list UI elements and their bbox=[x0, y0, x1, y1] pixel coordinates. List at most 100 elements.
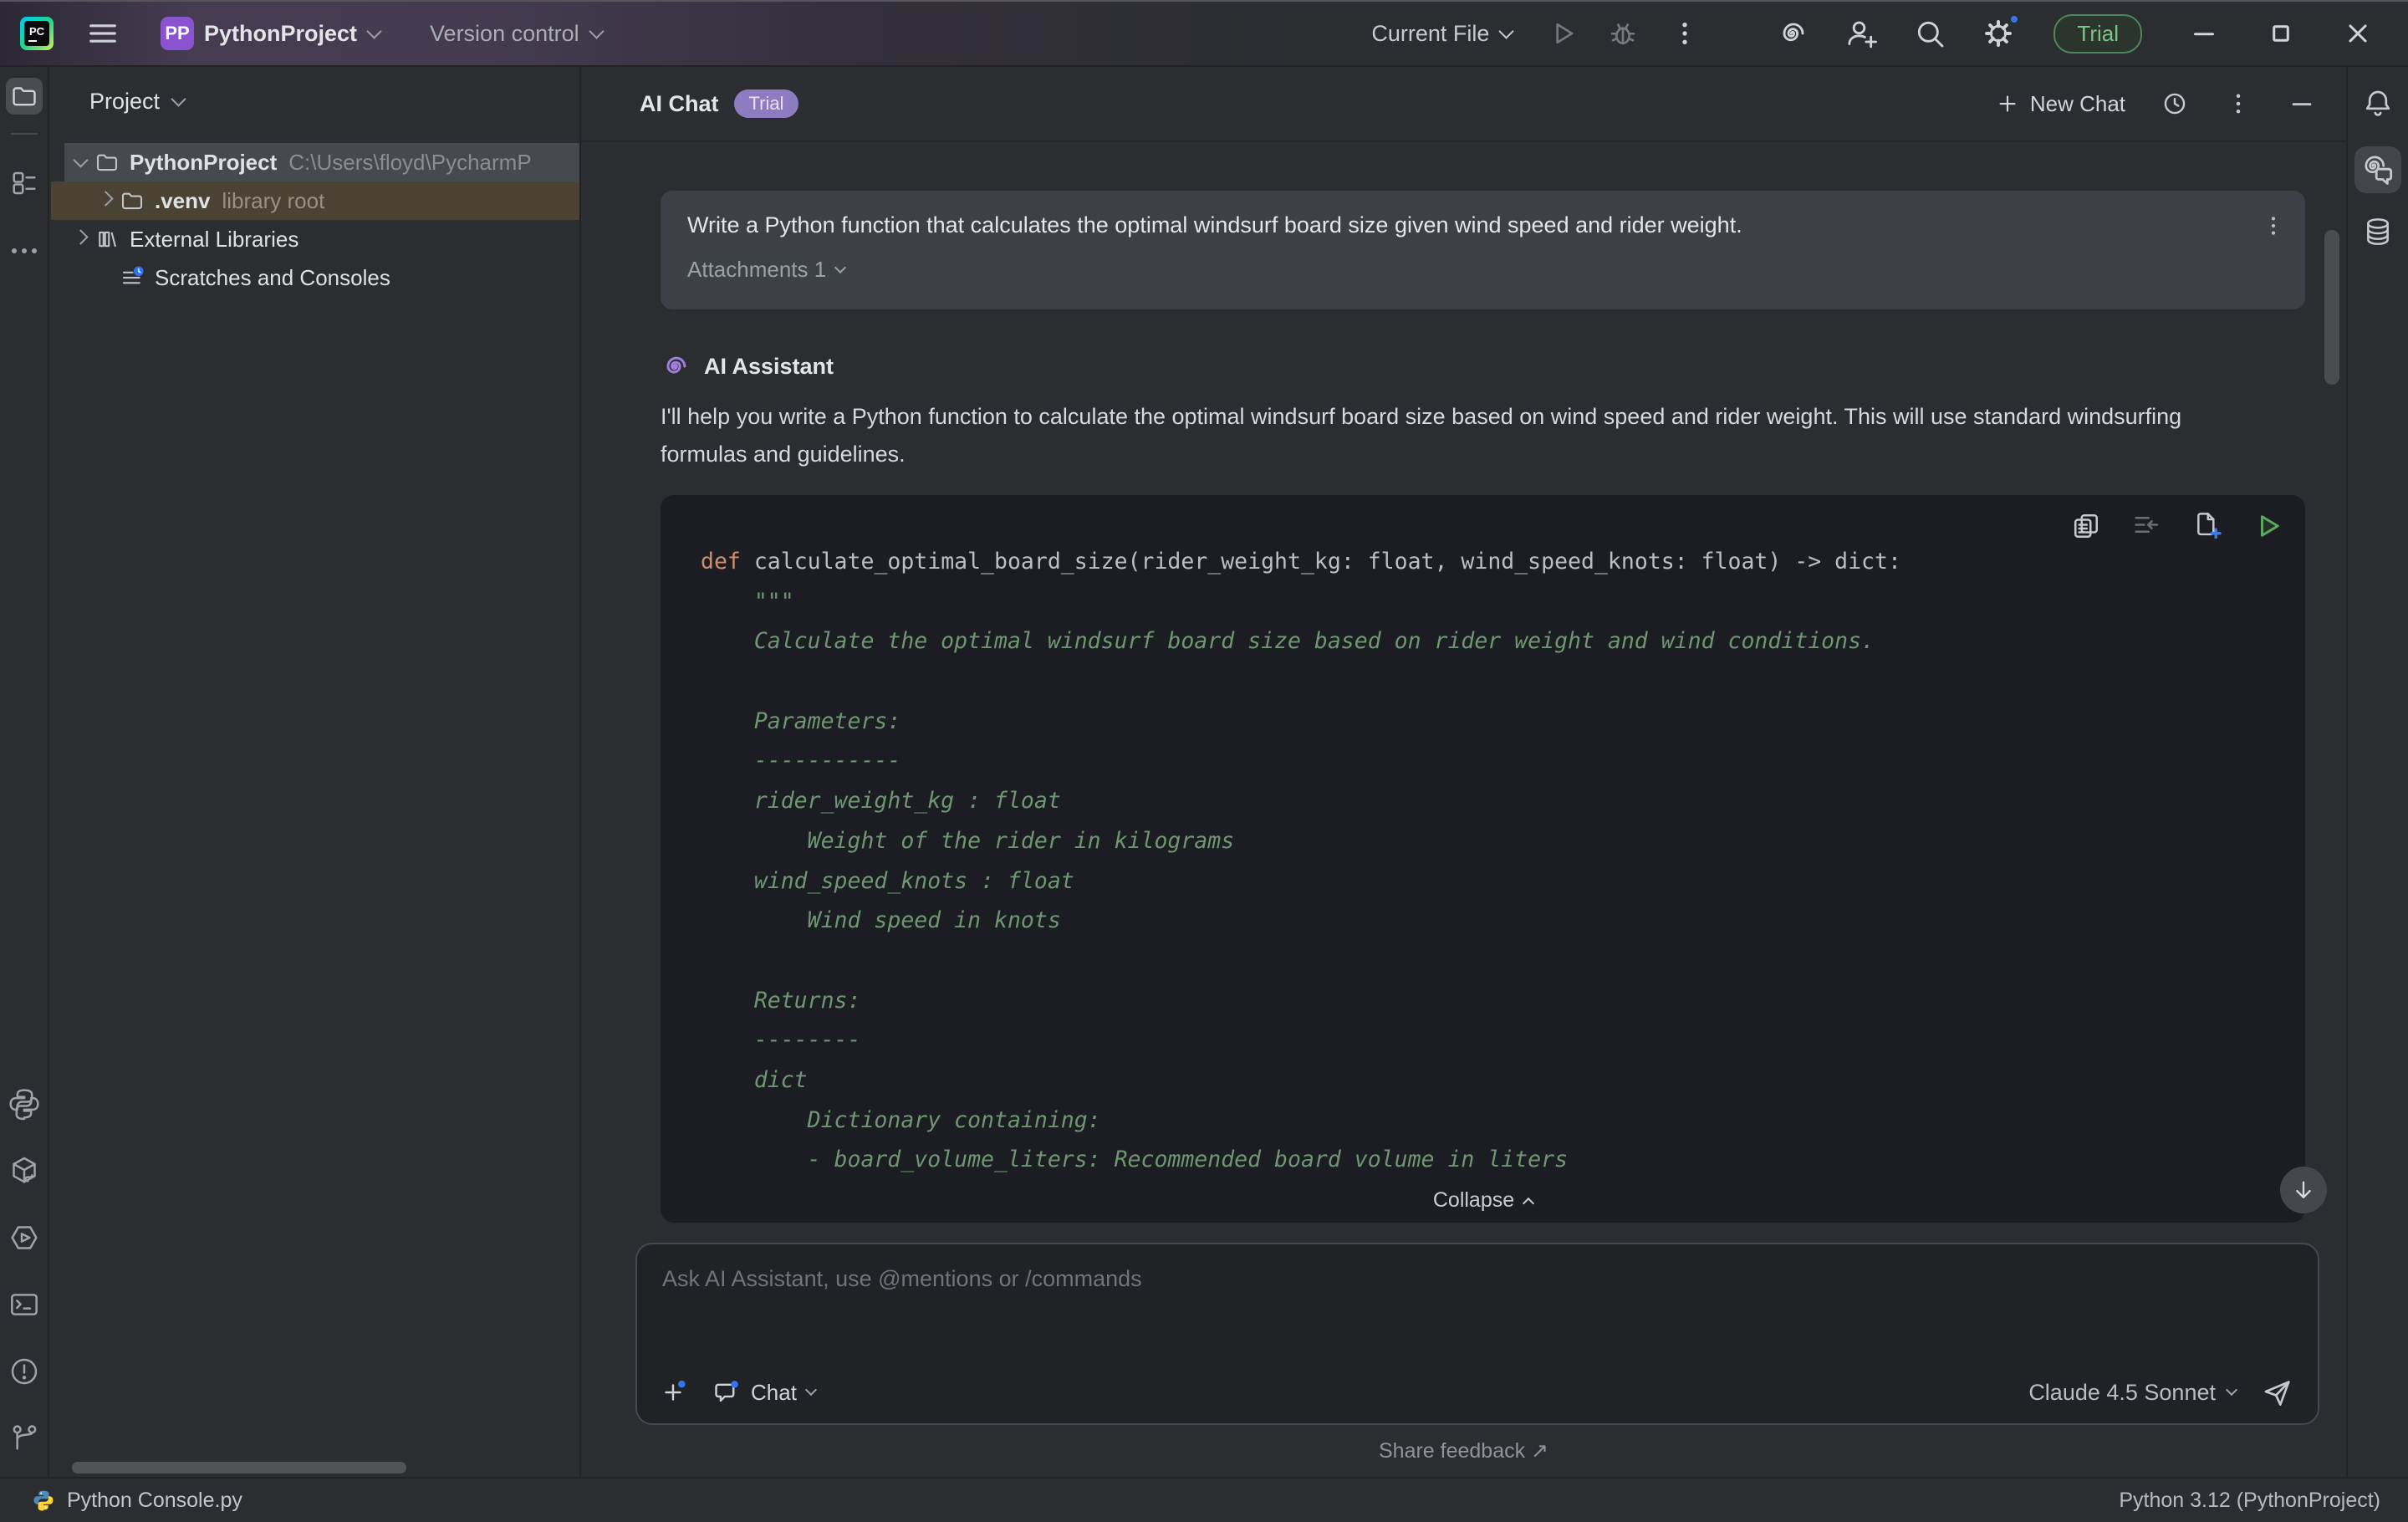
chat-input-placeholder: Ask AI Assistant, use @mentions or /comm… bbox=[662, 1266, 1142, 1292]
run-code-button[interactable] bbox=[2253, 511, 2283, 541]
pycharm-logo-text: PC bbox=[29, 25, 44, 38]
clock-icon bbox=[2161, 89, 2189, 118]
model-selector[interactable]: Claude 4.5 Sonnet bbox=[2028, 1380, 2236, 1406]
project-switcher[interactable]: PythonProject bbox=[204, 21, 380, 47]
problems-tool-button[interactable] bbox=[8, 1355, 41, 1388]
run-button[interactable] bbox=[1547, 18, 1579, 49]
right-tool-strip bbox=[2346, 67, 2408, 1477]
ai-chat-tool-button[interactable] bbox=[2354, 146, 2401, 193]
python-console-tool-button[interactable] bbox=[8, 1087, 41, 1121]
new-chat-button[interactable]: New Chat bbox=[1995, 91, 2125, 117]
tree-label: Scratches and Consoles bbox=[155, 265, 390, 291]
vcs-widget[interactable]: Version control bbox=[430, 21, 602, 47]
project-panel-header[interactable]: Project bbox=[49, 67, 579, 135]
hide-panel-button[interactable] bbox=[2288, 89, 2316, 118]
plus-icon bbox=[1995, 91, 2020, 116]
pycharm-window: PC PP PythonProject Version control Curr… bbox=[0, 0, 2408, 1522]
chat-history-button[interactable] bbox=[2161, 89, 2189, 118]
services-tool-button[interactable] bbox=[8, 1221, 41, 1254]
play-icon bbox=[1547, 18, 1579, 49]
run-icon bbox=[2253, 511, 2283, 541]
tree-label: PythonProject bbox=[130, 150, 277, 176]
attachments-toggle[interactable]: Attachments 1 bbox=[687, 257, 2255, 283]
chat-mode-selector[interactable]: Chat bbox=[712, 1378, 815, 1407]
settings-button[interactable] bbox=[1982, 17, 2015, 50]
chevron-down-icon bbox=[834, 261, 846, 273]
chevron-right-icon[interactable] bbox=[98, 191, 113, 206]
code-block-toolbar bbox=[2071, 510, 2283, 542]
code-line: -------- bbox=[701, 1020, 2288, 1060]
version-control-tool-button[interactable] bbox=[8, 1422, 41, 1455]
ai-chat-panel: AI Chat Trial New Chat bbox=[581, 67, 2346, 1477]
chevron-down-icon bbox=[1499, 23, 1514, 38]
maximize-button[interactable] bbox=[2266, 18, 2296, 49]
tree-row-venv[interactable]: .venv library root bbox=[49, 181, 579, 220]
project-badge[interactable]: PP bbox=[161, 17, 194, 50]
structure-tool-button[interactable] bbox=[9, 168, 39, 198]
close-button[interactable] bbox=[2343, 18, 2373, 49]
copy-code-button[interactable] bbox=[2071, 511, 2101, 541]
chat-scrollbar[interactable] bbox=[2324, 230, 2339, 385]
code-line: Calculate the optimal windsurf board siz… bbox=[701, 621, 2288, 661]
tree-row-scratches[interactable]: Scratches and Consoles bbox=[49, 258, 579, 297]
model-label: Claude 4.5 Sonnet bbox=[2028, 1380, 2216, 1406]
code-line: - board_volume_liters: Recommended board… bbox=[701, 1140, 2288, 1180]
project-tool-button[interactable] bbox=[6, 78, 43, 115]
main-menu-button[interactable] bbox=[87, 18, 119, 49]
code-with-me-button[interactable] bbox=[1844, 17, 1878, 50]
kebab-icon bbox=[2224, 89, 2252, 118]
code-line: Parameters: bbox=[701, 702, 2288, 742]
run-configuration-selector[interactable]: Current File bbox=[1371, 21, 1512, 47]
send-button[interactable] bbox=[2261, 1376, 2293, 1408]
kebab-icon bbox=[2260, 212, 2287, 239]
create-file-from-code-button[interactable] bbox=[2191, 510, 2223, 542]
more-tool-windows-button[interactable] bbox=[12, 248, 37, 253]
close-icon bbox=[2343, 18, 2373, 49]
more-actions-button[interactable] bbox=[1669, 18, 1701, 49]
notifications-button[interactable] bbox=[2362, 87, 2394, 119]
database-tool-button[interactable] bbox=[2361, 215, 2395, 248]
minimize-button[interactable] bbox=[2189, 18, 2219, 49]
chat-mode-label: Chat bbox=[751, 1380, 797, 1406]
status-file[interactable]: Python Console.py bbox=[32, 1489, 242, 1513]
package-icon bbox=[8, 1154, 41, 1187]
trial-license-button[interactable]: Trial bbox=[2053, 14, 2142, 54]
ai-chat-title: AI Chat bbox=[640, 91, 719, 117]
chevron-down-icon bbox=[589, 23, 604, 38]
services-icon bbox=[8, 1221, 41, 1254]
chevron-right-icon[interactable] bbox=[73, 229, 88, 244]
code-line: dict bbox=[701, 1060, 2288, 1101]
search-everywhere-button[interactable] bbox=[1913, 17, 1946, 50]
tree-row-pythonproject[interactable]: PythonProject C:\Users\floyd\PycharmP bbox=[49, 143, 579, 181]
message-options-button[interactable] bbox=[2260, 212, 2287, 239]
share-feedback-link[interactable]: Share feedback ↗ bbox=[1379, 1438, 1548, 1463]
terminal-tool-button[interactable] bbox=[8, 1288, 41, 1321]
maximize-icon bbox=[2266, 18, 2296, 49]
ai-assistant-button[interactable] bbox=[1776, 17, 1809, 50]
folder-icon bbox=[94, 150, 120, 175]
notification-dot bbox=[2008, 13, 2020, 25]
python-packages-tool-button[interactable] bbox=[8, 1154, 41, 1187]
debug-button[interactable] bbox=[1607, 18, 1639, 49]
tree-row-external-libraries[interactable]: External Libraries bbox=[49, 220, 579, 258]
chat-options-button[interactable] bbox=[2224, 89, 2252, 118]
tree-label: .venv bbox=[155, 188, 211, 214]
chat-input-box[interactable]: Ask AI Assistant, use @mentions or /comm… bbox=[635, 1243, 2319, 1425]
new-chat-label: New Chat bbox=[2030, 91, 2125, 117]
tree-label: External Libraries bbox=[130, 227, 298, 253]
bell-icon bbox=[2362, 87, 2394, 119]
chevron-down-icon[interactable] bbox=[73, 152, 88, 167]
code-lines: def calculate_optimal_board_size(rider_w… bbox=[661, 495, 2305, 1180]
status-interpreter[interactable]: Python 3.12 (PythonProject) bbox=[2119, 1489, 2380, 1513]
scroll-to-bottom-button[interactable] bbox=[2280, 1167, 2327, 1213]
chat-bubble-icon bbox=[712, 1378, 741, 1407]
insert-at-caret-button[interactable] bbox=[2131, 511, 2161, 541]
collapse-code-button[interactable]: Collapse bbox=[661, 1182, 2305, 1218]
horizontal-scrollbar[interactable] bbox=[72, 1462, 406, 1473]
trial-badge: Trial bbox=[734, 89, 799, 118]
assistant-message-header: AI Assistant bbox=[661, 348, 2305, 385]
problems-icon bbox=[8, 1355, 41, 1388]
folder-icon bbox=[10, 82, 38, 110]
add-context-button[interactable] bbox=[659, 1378, 687, 1407]
folder-icon bbox=[120, 188, 145, 213]
